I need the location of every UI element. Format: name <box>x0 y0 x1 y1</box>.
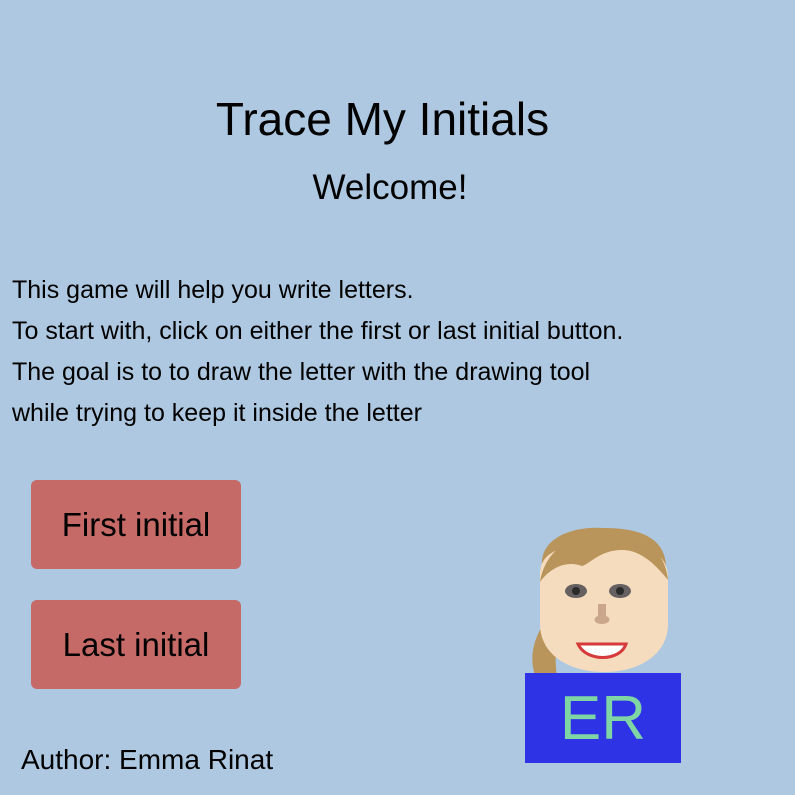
instruction-line: To start with, click on either the first… <box>12 317 624 345</box>
instruction-line: The goal is to to draw the letter with t… <box>12 358 591 386</box>
instruction-line: This game will help you write letters. <box>12 276 414 304</box>
initials-badge: ER <box>525 673 681 763</box>
last-initial-button[interactable]: Last initial <box>31 600 241 689</box>
instruction-line: while trying to keep it inside the lette… <box>12 399 422 427</box>
first-initial-button[interactable]: First initial <box>31 480 241 569</box>
welcome-heading: Welcome! <box>312 168 468 207</box>
instructions: This game will help you write letters. T… <box>12 270 782 434</box>
page-title: Trace My Initials <box>215 93 550 145</box>
author-credit: Author: Emma Rinat <box>21 744 274 775</box>
